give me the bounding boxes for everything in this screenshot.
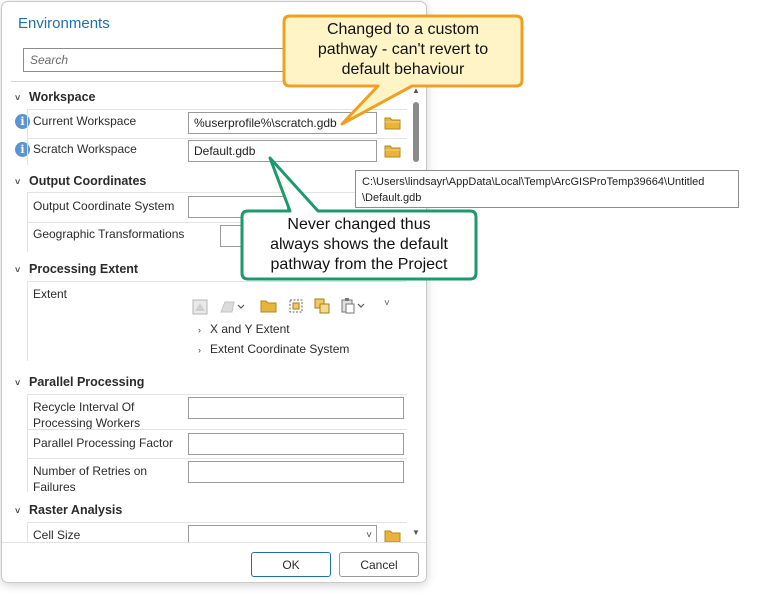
green-callout-text: Never changed thus always shows the defa… <box>244 215 474 275</box>
green-callout-line1: Never changed thus <box>287 216 431 233</box>
orange-callout-line1: Changed to a custom <box>326 21 480 38</box>
annotation-callouts <box>240 14 524 281</box>
orange-callout-text: Changed to a custom pathway - can't reve… <box>286 20 520 80</box>
green-callout-line2: always shows the default <box>270 236 448 253</box>
green-callout-line3: pathway from the Project <box>270 256 448 273</box>
orange-callout-line2: pathway - can't revert to <box>317 41 489 58</box>
orange-callout-line3: default behaviour <box>341 61 465 78</box>
